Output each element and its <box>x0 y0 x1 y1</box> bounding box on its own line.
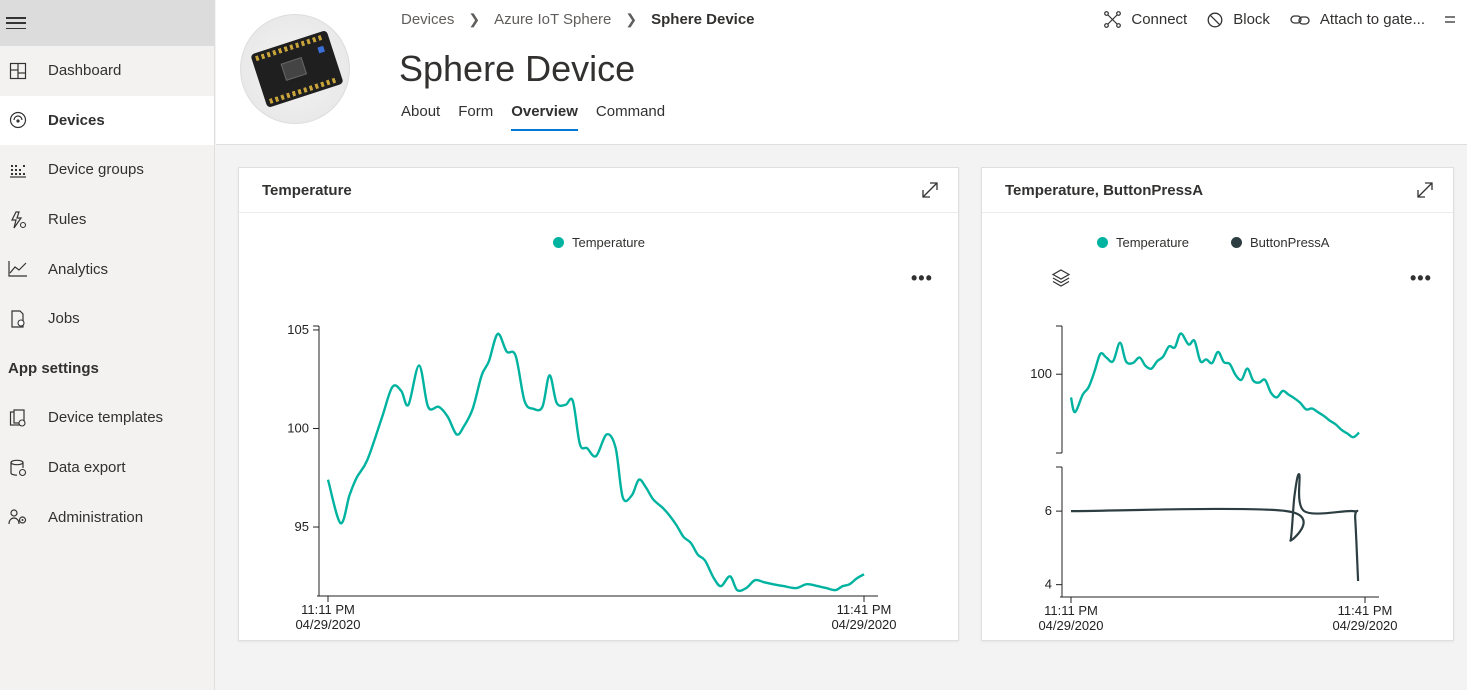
temperature-chart: 9510010511:11 PM04/29/202011:41 PM04/29/… <box>287 322 896 632</box>
sidebar-section-app-settings: App settings <box>8 359 99 377</box>
page-title: Sphere Device <box>399 48 636 89</box>
sidebar-item-rules[interactable]: Rules <box>0 195 214 245</box>
sidebar-item-label: Device groups <box>48 161 144 179</box>
attach-to-gateway-button[interactable]: Attach to gate... <box>1290 11 1425 28</box>
y-tick-label: 100 <box>287 420 309 435</box>
breadcrumb-devices[interactable]: Devices <box>401 11 454 28</box>
x-tick-label-start-time: 11:11 PM <box>1044 603 1098 618</box>
block-label: Block <box>1233 11 1270 28</box>
sidebar-item-analytics[interactable]: Analytics <box>0 244 214 294</box>
link-icon <box>1290 14 1310 25</box>
page-header: Devices ❯ Azure IoT Sphere ❯ Sphere Devi… <box>216 0 1467 145</box>
sidebar-item-jobs[interactable]: Jobs <box>0 294 214 344</box>
sidebar-item-label: Jobs <box>48 310 80 328</box>
y-tick-label: 100 <box>1030 366 1052 381</box>
connect-button[interactable]: Connect <box>1104 11 1187 28</box>
x-tick-label-end-time: 11:41 PM <box>837 602 892 617</box>
connect-icon <box>1104 11 1122 28</box>
chevron-right-icon: ❯ <box>625 11 638 27</box>
temperature-buttonpress-chart: 1004611:11 PM04/29/202011:41 PM04/29/202… <box>1030 325 1398 633</box>
hamburger-menu-icon[interactable] <box>6 17 26 29</box>
jobs-icon <box>8 309 28 329</box>
block-icon <box>1207 12 1223 27</box>
sidebar-item-device-groups[interactable]: Device groups <box>0 145 214 195</box>
tab-command[interactable]: Command <box>596 103 665 131</box>
y-tick-label: 95 <box>295 519 309 534</box>
sidebar-item-label: Administration <box>48 508 144 526</box>
tab-bar: About Form Overview Command <box>401 103 683 131</box>
x-tick-label-start-time: 11:11 PM <box>301 602 355 617</box>
overflow-icon <box>1445 15 1455 23</box>
y-tick-label: 105 <box>287 322 309 337</box>
tab-form[interactable]: Form <box>458 103 493 131</box>
sidebar: Dashboard Devices Device groups Rules An… <box>0 0 215 690</box>
device-groups-icon <box>8 160 28 180</box>
administration-icon <box>8 507 28 527</box>
sidebar-item-device-templates[interactable]: Device templates <box>0 393 214 443</box>
temperature-buttonpress-tile: Temperature, ButtonPressA Temperature Bu… <box>981 167 1454 641</box>
breadcrumb-current: Sphere Device <box>651 11 755 28</box>
analytics-icon <box>8 259 28 279</box>
x-tick-label-start-date: 04/29/2020 <box>295 617 360 632</box>
sidebar-item-dashboard[interactable]: Dashboard <box>0 46 214 96</box>
x-tick-label-end-date: 04/29/2020 <box>831 617 896 632</box>
sidebar-item-label: Devices <box>48 111 105 129</box>
chevron-right-icon: ❯ <box>468 11 481 27</box>
sidebar-item-label: Data export <box>48 459 126 477</box>
data-export-icon <box>8 458 28 478</box>
block-button[interactable]: Block <box>1207 11 1270 28</box>
temperature-tile: Temperature Temperature ••• 95 100 105 11:1… <box>238 167 959 641</box>
x-tick-label-end-time: 11:41 PM <box>1338 603 1393 618</box>
rules-icon <box>8 210 28 230</box>
sidebar-item-label: Device templates <box>48 409 164 427</box>
attach-label: Attach to gate... <box>1319 11 1425 28</box>
tab-about[interactable]: About <box>401 103 440 131</box>
tab-overview[interactable]: Overview <box>511 103 578 131</box>
sidebar-item-devices[interactable]: Devices <box>0 95 214 146</box>
x-tick-label-end-date: 04/29/2020 <box>1332 618 1397 633</box>
sidebar-item-label: Analytics <box>48 260 109 278</box>
toolbar: Connect Block Attach to gate... <box>1104 11 1467 28</box>
connect-label: Connect <box>1131 11 1188 28</box>
device-image <box>240 14 350 124</box>
buttonpressa-series-line <box>1070 473 1360 582</box>
x-tick-label-start-date: 04/29/2020 <box>1038 618 1103 633</box>
y-tick-label: 6 <box>1045 503 1052 518</box>
breadcrumb-azure-iot-sphere[interactable]: Azure IoT Sphere <box>494 11 611 28</box>
sidebar-item-administration[interactable]: Administration <box>0 492 214 542</box>
y-tick-label: 4 <box>1045 577 1052 592</box>
more-commands-button[interactable] <box>1445 15 1465 25</box>
sidebar-item-data-export[interactable]: Data export <box>0 443 214 493</box>
breadcrumb: Devices ❯ Azure IoT Sphere ❯ Sphere Devi… <box>401 11 755 28</box>
device-templates-icon <box>8 408 28 428</box>
sidebar-item-label: Rules <box>48 211 87 229</box>
devices-icon <box>8 110 28 130</box>
temperature-series-line <box>326 332 865 593</box>
temperature-series-line <box>1069 332 1360 439</box>
dashboard-icon <box>8 61 28 81</box>
sidebar-top-bar <box>0 0 214 46</box>
sidebar-item-label: Dashboard <box>48 62 122 80</box>
